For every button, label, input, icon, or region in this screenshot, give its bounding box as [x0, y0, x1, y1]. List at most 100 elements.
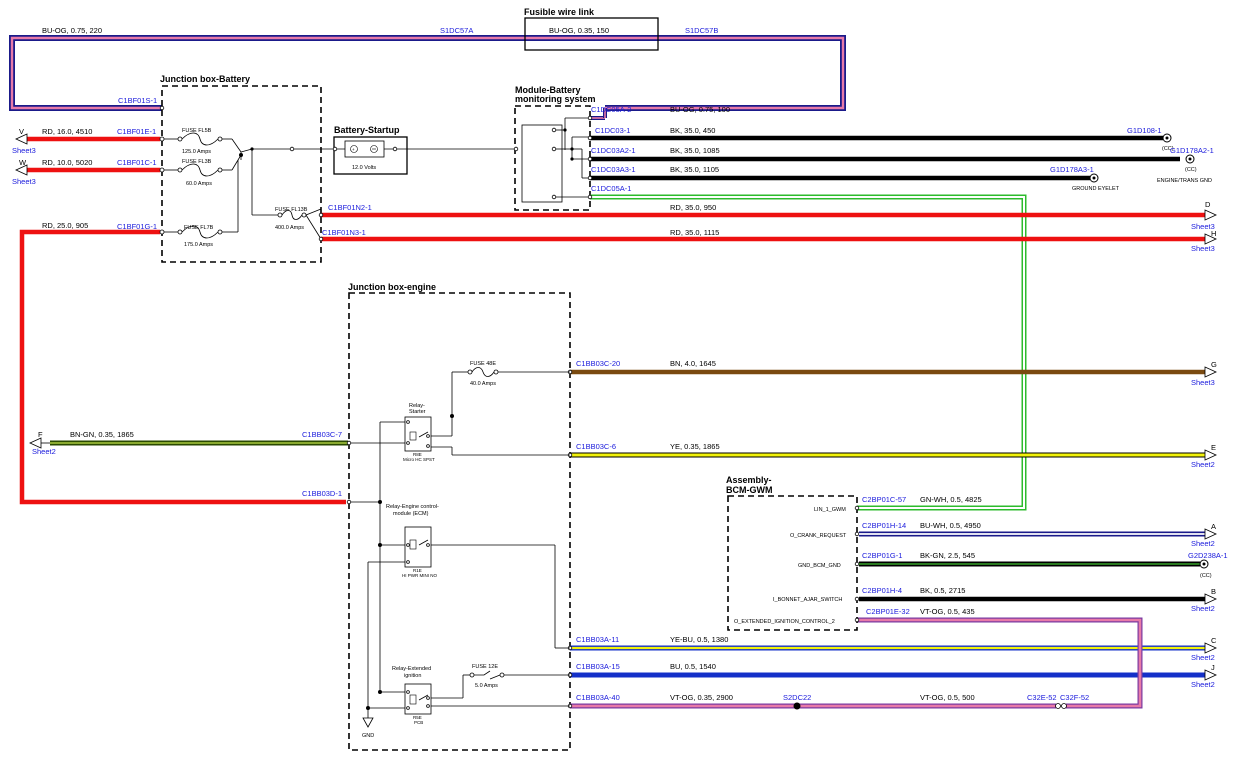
wire-b-letter: B	[1211, 587, 1216, 596]
wire-j-sheet-link[interactable]: Sheet2	[1191, 680, 1215, 689]
wire-e-letter: E	[1211, 443, 1216, 452]
ground-eyelet-icon	[1185, 154, 1195, 164]
connector-c1bf01e-1: C1BF01E-1	[117, 127, 156, 136]
wire-h-spec: RD, 35.0, 1115	[670, 228, 719, 237]
bcm-title-1: Assembly-	[726, 475, 772, 485]
ground-eyelet-icon	[1089, 173, 1099, 183]
wire-c-sheet-link[interactable]: Sheet2	[1191, 653, 1215, 662]
fuse-fl13b-rating: 400.0 Amps	[275, 225, 304, 231]
bcm-pin-lin: LIN_1_GWM	[814, 507, 846, 513]
relay-starter-sub: Micro HC SPST	[403, 457, 435, 462]
ground-g1d178a2-cc: (CC)	[1185, 167, 1197, 173]
wire-w-sheet-link[interactable]: Sheet3	[12, 177, 36, 186]
wire-f-sheet-link[interactable]: Sheet2	[32, 447, 56, 456]
junction-box-battery	[161, 85, 322, 263]
battery-symbol: +	[294, 140, 516, 158]
connector-c1bf01n3-1: C1BF01N3-1	[322, 228, 366, 237]
top-wire-spec-left: BU-OG, 0.75, 220	[42, 26, 102, 35]
connector-c2bp01c-57: C2BP01C-57	[862, 495, 906, 504]
fuse-fl5b-label: FUSE FL5B	[182, 128, 212, 134]
wire-f-olive	[29, 437, 352, 449]
wire-h-sheet-link[interactable]: Sheet3	[1191, 244, 1215, 253]
relay-starter-title-2: Starter	[409, 409, 426, 415]
wire-d-spec: RD, 35.0, 950	[670, 203, 716, 212]
wire-v-spec: RD, 16.0, 4510	[42, 127, 92, 136]
fuse-fl3b-symbol	[177, 163, 223, 177]
relay-ext-title-2: ignition	[404, 673, 421, 679]
wire-c-spec: YE-BU, 0.5, 1380	[670, 635, 728, 644]
module-bms-internal	[513, 117, 590, 203]
connector-c1dc05a-1: C1DC05A-1	[591, 184, 631, 193]
ground-eyelet-icon	[1199, 559, 1209, 569]
wire-e-sheet-link[interactable]: Sheet2	[1191, 460, 1215, 469]
connector-c1bb03c-6: C1BB03C-6	[576, 442, 616, 451]
connector-c1bf01n2-1: C1BF01N2-1	[328, 203, 372, 212]
fuse-fl3b-rating: 60.0 Amps	[186, 181, 212, 187]
relay-starter-symbol	[404, 416, 432, 452]
connector-c1dc05a-2: C1DC05A-2	[591, 105, 631, 114]
wire-v-letter: V	[19, 127, 24, 136]
connector-c2bp01e-32: C2BP01E-32	[866, 607, 910, 616]
fuse-fl5b-symbol	[177, 132, 223, 146]
ground-g2d238a-1: G2D238A-1	[1188, 551, 1228, 560]
relay-extended-ignition-symbol	[404, 683, 432, 715]
splice-s2dc22: S2DC22	[783, 693, 811, 702]
fuse-fl7b-rating: 175.0 Amps	[184, 242, 213, 248]
fuse-48e-rating: 40.0 Amps	[470, 381, 496, 387]
connector-c2bp01h-14: C2BP01H-14	[862, 521, 906, 530]
wire-b-spec: BK, 0.5, 2715	[920, 586, 965, 595]
relay-ecm-title-2: module (ECM)	[393, 511, 429, 517]
ground-eyelet-label: GROUND EYELET	[1072, 186, 1120, 192]
connector-c1bb03c-7: C1BB03C-7	[302, 430, 342, 439]
wire-c-letter: C	[1211, 636, 1217, 645]
wire-lin-spec: GN-WH, 0.5, 4825	[920, 495, 982, 504]
bcm-pin-gnd: GND_BCM_GND	[798, 563, 841, 569]
connector-c1bb03a-15: C1BB03A-15	[576, 662, 620, 671]
wire-h-letter: H	[1211, 229, 1216, 238]
wire-a-blue-white	[859, 528, 1217, 540]
ground-symbol-icon	[362, 717, 374, 728]
wire-j-letter: J	[1211, 663, 1215, 672]
wire-f-spec: BN-GN, 0.35, 1865	[70, 430, 134, 439]
connector-c2bp01g-1: C2BP01G-1	[862, 551, 902, 560]
connector-c1bf01s-1: C1BF01S-1	[118, 96, 157, 105]
wire-g-sheet-link[interactable]: Sheet3	[1191, 378, 1215, 387]
junction-box-engine	[348, 292, 571, 751]
wire-gnd2-spec: BK, 35.0, 1085	[670, 146, 720, 155]
wire-j-spec: BU, 0.5, 1540	[670, 662, 716, 671]
wire-e-yellow	[567, 449, 1217, 461]
splice-s1dc57b: S1DC57B	[685, 26, 718, 35]
engine-gnd-label: GND	[362, 733, 374, 739]
wire-d-letter: D	[1205, 200, 1211, 209]
ground-g1d178a3-1: G1D178A3-1	[1050, 165, 1094, 174]
engine-internal-wiring	[346, 371, 570, 718]
fuse-fl5b-rating: 125.0 Amps	[182, 149, 211, 155]
ground-g1d108-1: G1D108-1	[1127, 126, 1162, 135]
relay-ecm-sub: HI PWR MINI NO	[402, 573, 437, 578]
wire-g-spec: BN, 4.0, 1645	[670, 359, 716, 368]
wire-g-brown	[567, 366, 1217, 378]
wire-a-sheet-link[interactable]: Sheet2	[1191, 539, 1215, 548]
wire-ext-spec: VT-OG, 0.5, 435	[920, 607, 975, 616]
battery-startup-title: Battery-Startup	[334, 125, 400, 135]
bcm-pin-terminals	[854, 505, 860, 623]
connector-c1dc03a2-1: C1DC03A2-1	[591, 146, 636, 155]
module-bms-title-2: monitoring system	[515, 94, 596, 104]
wire-v-sheet-link[interactable]: Sheet3	[12, 146, 36, 155]
relay-ecm-title-1: Relay-Engine control-	[386, 504, 439, 510]
connector-c32f-52: C32F-52	[1060, 693, 1089, 702]
wire-bms-top-spec: BU-OG, 0.75, 100	[670, 105, 730, 114]
fuse-12e-label: FUSE 12E	[472, 664, 498, 670]
bcm-pin-bonnet: I_BONNET_AJAR_SWITCH	[773, 597, 842, 603]
connector-c1bb03d-1: C1BB03D-1	[302, 489, 342, 498]
terminal	[289, 146, 295, 152]
fusible-link-title: Fusible wire link	[524, 7, 595, 17]
wire-a-letter: A	[1211, 522, 1216, 531]
junction-box-battery-title: Junction box-Battery	[160, 74, 250, 84]
fuse-fl13b-label: FUSE FL13B	[275, 207, 308, 213]
bcm-pin-crank: O_CRANK_REQUEST	[790, 533, 847, 539]
ground-g2d238a-cc: (CC)	[1200, 573, 1212, 579]
wire-a-spec: BU-WH, 0.5, 4950	[920, 521, 981, 530]
relay-ext-title-1: Relay-Extended	[392, 666, 431, 672]
wire-b-sheet-link[interactable]: Sheet2	[1191, 604, 1215, 613]
